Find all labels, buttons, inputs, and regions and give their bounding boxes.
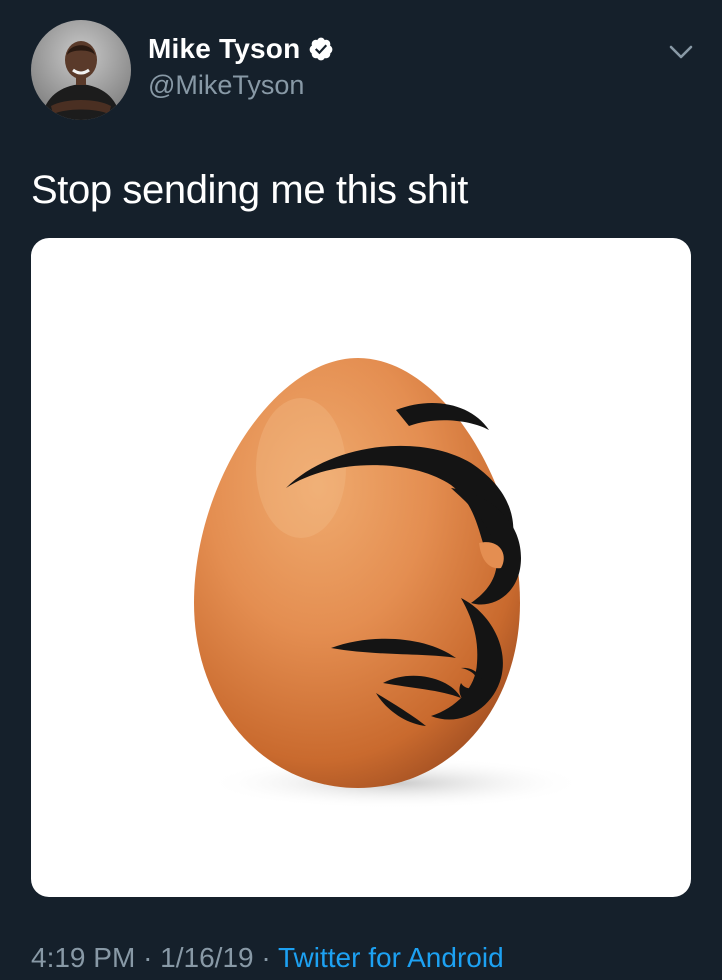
- author-handle[interactable]: @MikeTyson: [148, 70, 304, 101]
- egg-with-tribal-tattoo-image: [194, 358, 586, 809]
- author-name-row[interactable]: Mike Tyson: [148, 33, 334, 65]
- tweet-text: Stop sending me this shit: [31, 168, 468, 212]
- tweet-time[interactable]: 4:19 PM: [31, 942, 135, 973]
- author-display-name[interactable]: Mike Tyson: [148, 33, 300, 65]
- profile-photo-icon: [31, 20, 131, 120]
- tweet-date[interactable]: 1/16/19: [160, 942, 253, 973]
- tweet: Mike Tyson @MikeTyson Stop sending me th…: [0, 0, 722, 980]
- tweet-meta: 4:19 PM · 1/16/19 · Twitter for Android: [31, 942, 504, 974]
- verified-badge-icon: [310, 37, 333, 61]
- tweet-media[interactable]: [31, 238, 691, 897]
- avatar[interactable]: [31, 20, 131, 120]
- chevron-down-icon[interactable]: [666, 40, 696, 64]
- meta-separator: ·: [143, 942, 153, 973]
- tweet-source-link[interactable]: Twitter for Android: [278, 942, 504, 973]
- meta-separator: ·: [261, 942, 271, 973]
